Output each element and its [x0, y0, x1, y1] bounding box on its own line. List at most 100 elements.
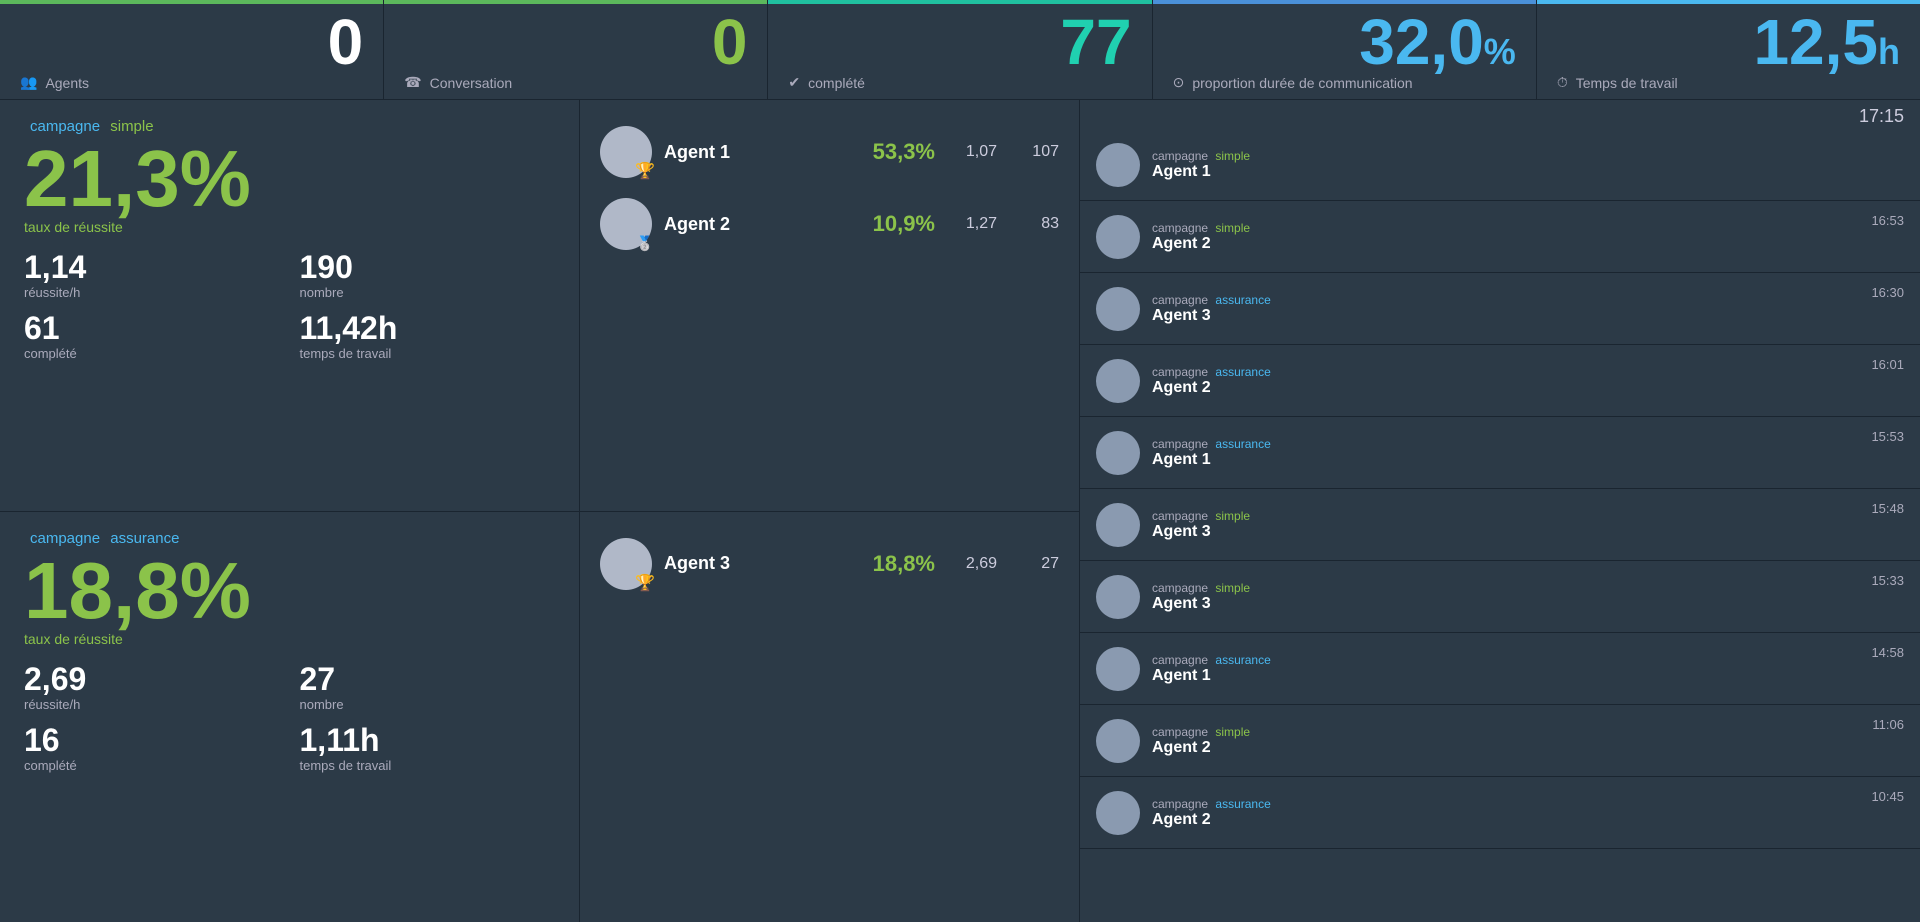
complete-label: complété: [808, 75, 865, 91]
activity-avatar-icon-6: [1103, 582, 1133, 612]
middle-panel: 🏆 Agent 1 53,3% 1,07 107 🥈 Agent 2 10,9%…: [580, 100, 1080, 922]
activity-time-1: 16:53: [1871, 209, 1904, 228]
activity-agent-name-1: Agent 2: [1152, 235, 1859, 253]
activity-avatar-icon-3: [1103, 366, 1133, 396]
stat-temps: 11,42h temps de travail: [300, 312, 556, 361]
conversation-icon: ☎: [404, 74, 421, 91]
agent3-avatar: 🏆: [600, 538, 652, 590]
header-proportion: 32,0% ⊙ proportion durée de communicatio…: [1153, 0, 1537, 99]
activity-agent-name-7: Agent 1: [1152, 667, 1859, 685]
temps-top-bar: [1537, 0, 1920, 4]
activity-camp-4: campagne assurance: [1152, 437, 1859, 451]
stat-complete-value: 61: [24, 312, 280, 344]
agent3-stat1: 2,69: [947, 555, 997, 573]
proportion-label-row: ⊙ proportion durée de communication: [1173, 74, 1516, 91]
conversation-top-bar: [384, 0, 767, 4]
temps-label-row: ⏱ Temps de travail: [1557, 74, 1900, 91]
activity-avatar-3: [1096, 359, 1140, 403]
clock-icon: ⊙: [1173, 74, 1185, 91]
agents-label: Agents: [45, 75, 89, 91]
conversation-label: Conversation: [430, 75, 513, 91]
header-temps: 12,5h ⏱ Temps de travail: [1537, 0, 1920, 99]
activity-avatar-5: [1096, 503, 1140, 547]
activity-agent-name-0: Agent 1: [1152, 163, 1892, 181]
agents-label-row: 👥 Agents: [20, 74, 363, 91]
agent3-name: Agent 3: [664, 553, 853, 574]
campaign-assurance-label: campagne assurance: [24, 530, 555, 547]
campaign-simple-label: campagne simple: [24, 118, 555, 135]
header-bar: 0 👥 Agents 0 ☎ Conversation 77 ✔ complét…: [0, 0, 1920, 100]
activity-list: campagne simple Agent 1 campagne simple …: [1080, 129, 1920, 849]
agent2-name: Agent 2: [664, 214, 853, 235]
first-activity-time: 17:15: [1080, 100, 1920, 129]
stat-reussite-h-2-label: réussite/h: [24, 697, 280, 712]
stat-reussite-h-2-value: 2,69: [24, 663, 280, 695]
activity-item-6: campagne simple Agent 3 15:33: [1080, 561, 1920, 633]
activity-info-7: campagne assurance Agent 1: [1152, 653, 1859, 685]
activity-item-5: campagne simple Agent 3 15:48: [1080, 489, 1920, 561]
check-icon: ✔: [788, 74, 800, 91]
activity-avatar-icon-0: [1103, 150, 1133, 180]
activity-agent-name-4: Agent 1: [1152, 451, 1859, 469]
agent3-pct: 18,8%: [865, 551, 935, 577]
activity-info-1: campagne simple Agent 2: [1152, 221, 1859, 253]
activity-info-4: campagne assurance Agent 1: [1152, 437, 1859, 469]
activity-camp-8: campagne simple: [1152, 725, 1860, 739]
activity-info-5: campagne simple Agent 3: [1152, 509, 1859, 541]
activity-avatar-2: [1096, 287, 1140, 331]
agent1-stat1: 1,07: [947, 143, 997, 161]
activity-item-3: campagne assurance Agent 2 16:01: [1080, 345, 1920, 417]
activity-item-4: campagne assurance Agent 1 15:53: [1080, 417, 1920, 489]
stat-complete: 61 complété: [24, 312, 280, 361]
activity-agent-name-8: Agent 2: [1152, 739, 1860, 757]
proportion-value: 32,0%: [1173, 10, 1516, 74]
agent1-trophy: 🏆: [634, 160, 656, 182]
activity-info-8: campagne simple Agent 2: [1152, 725, 1860, 757]
activity-camp-2: campagne assurance: [1152, 293, 1859, 307]
stat-complete-2-label: complété: [24, 758, 280, 773]
campaign-assurance-pct: 18,8%: [24, 551, 555, 631]
campaign-assurance-taux: taux de réussite: [24, 631, 555, 647]
conversation-count: 0: [404, 10, 747, 74]
agent1-pct: 53,3%: [865, 139, 935, 165]
stat-nombre: 190 nombre: [300, 251, 556, 300]
activity-time-2: 16:30: [1871, 281, 1904, 300]
agents-icon: 👥: [20, 74, 37, 91]
activity-info-6: campagne simple Agent 3: [1152, 581, 1859, 613]
activity-agent-name-6: Agent 3: [1152, 595, 1859, 613]
stat-nombre-label: nombre: [300, 285, 556, 300]
campaign-assurance-block: campagne assurance 18,8% taux de réussit…: [0, 512, 579, 922]
activity-avatar-icon-5: [1103, 510, 1133, 540]
agent2-trophy: 🥈: [634, 232, 656, 254]
proportion-label: proportion durée de communication: [1192, 75, 1412, 91]
stat-nombre-2-value: 27: [300, 663, 556, 695]
activity-item-8: campagne simple Agent 2 11:06: [1080, 705, 1920, 777]
agent-row-2: 🥈 Agent 2 10,9% 1,27 83: [592, 188, 1067, 260]
left-panel: campagne simple 21,3% taux de réussite 1…: [0, 100, 580, 922]
activity-avatar-8: [1096, 719, 1140, 763]
activity-avatar-icon-4: [1103, 438, 1133, 468]
activity-avatar-4: [1096, 431, 1140, 475]
activity-avatar-1: [1096, 215, 1140, 259]
campaign-simple-block: campagne simple 21,3% taux de réussite 1…: [0, 100, 579, 512]
complete-count: 77: [788, 10, 1131, 74]
agent2-avatar: 🥈: [600, 198, 652, 250]
activity-camp-3: campagne assurance: [1152, 365, 1859, 379]
activity-time-6: 15:33: [1871, 569, 1904, 588]
activity-camp-7: campagne assurance: [1152, 653, 1859, 667]
stat-reussite-h-value: 1,14: [24, 251, 280, 283]
activity-time-7: 14:58: [1871, 641, 1904, 660]
activity-item-1: campagne simple Agent 2 16:53: [1080, 201, 1920, 273]
conversation-label-row: ☎ Conversation: [404, 74, 747, 91]
stat-complete-2: 16 complété: [24, 724, 280, 773]
activity-camp-1: campagne simple: [1152, 221, 1859, 235]
agents-count: 0: [20, 10, 363, 74]
activity-camp-5: campagne simple: [1152, 509, 1859, 523]
activity-time-8: 11:06: [1872, 713, 1904, 732]
activity-item-9: campagne assurance Agent 2 10:45: [1080, 777, 1920, 849]
activity-avatar-icon-9: [1103, 798, 1133, 828]
activity-agent-name-3: Agent 2: [1152, 379, 1859, 397]
campaign-assurance-stats: 2,69 réussite/h 27 nombre 16 complété 1,…: [24, 663, 555, 773]
agent2-stat2: 83: [1009, 215, 1059, 233]
activity-avatar-icon-7: [1103, 654, 1133, 684]
